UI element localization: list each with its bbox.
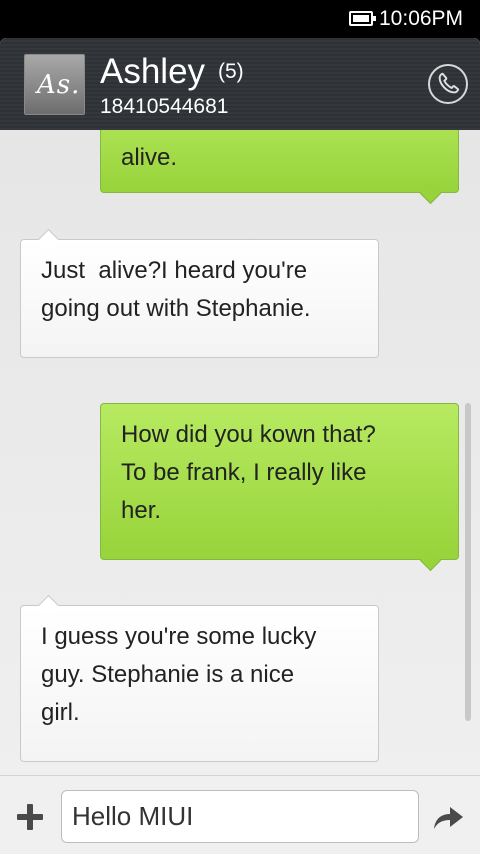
status-time: 10:06PM — [379, 7, 464, 30]
call-button[interactable] — [428, 64, 468, 104]
avatar[interactable]: As. — [24, 54, 85, 115]
message-bubble-sent[interactable]: alive. — [100, 130, 459, 193]
composer-bar — [0, 775, 480, 854]
conversation-screen: As. Ashley (5) 18410544681 alive. Just a… — [0, 38, 480, 854]
message-text: I guess you're some lucky — [41, 623, 317, 650]
phone-icon — [438, 72, 460, 94]
message-bubble-sent[interactable]: How did you kown that? To be frank, I re… — [100, 403, 459, 560]
send-arrow-icon — [434, 807, 463, 829]
message-text: girl. — [41, 699, 80, 726]
message-text: her. — [121, 497, 162, 524]
send-button[interactable] — [430, 801, 466, 833]
message-text: going out with Stephanie. — [41, 295, 311, 322]
plus-icon — [17, 804, 43, 830]
conversation-header: As. Ashley (5) 18410544681 — [0, 38, 480, 130]
message-text: To be frank, I really like — [121, 459, 367, 486]
message-text: alive. — [121, 144, 178, 171]
message-input[interactable] — [61, 790, 419, 843]
scrollbar[interactable] — [465, 403, 471, 721]
contact-number: 18410544681 — [100, 95, 229, 118]
message-list[interactable]: alive. Just alive?I heard you're going o… — [0, 130, 480, 775]
contact-name: Ashley — [100, 52, 206, 91]
message-text: Just alive?I heard you're — [41, 257, 308, 284]
message-bubble-received[interactable]: Just alive?I heard you're going out with… — [20, 239, 379, 358]
status-bar: 10:06PM — [0, 0, 480, 38]
message-text: guy. Stephanie is a nice — [41, 661, 295, 688]
message-bubble-received[interactable]: I guess you're some lucky guy. Stephanie… — [20, 605, 379, 762]
message-count: (5) — [218, 60, 244, 83]
battery-full-icon — [349, 11, 376, 26]
add-attachment-button[interactable] — [14, 801, 46, 833]
message-text: How did you kown that? — [121, 421, 376, 448]
